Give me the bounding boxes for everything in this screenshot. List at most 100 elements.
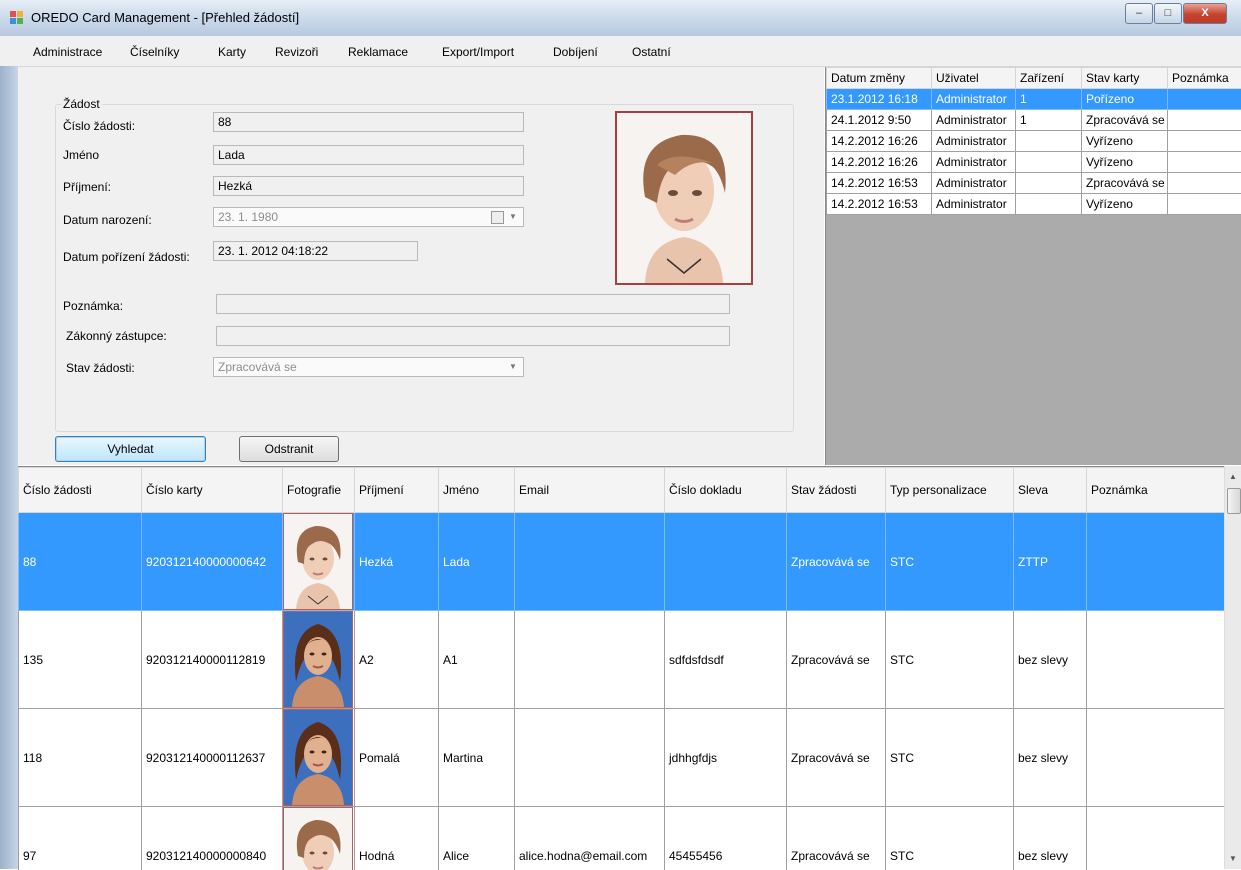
guardian-field[interactable] [216, 326, 730, 346]
table-row[interactable]: 88920312140000000642HezkáLadaZpracovává … [19, 513, 1225, 611]
scroll-up-icon[interactable]: ▲ [1229, 472, 1237, 481]
grid-cell-last[interactable]: A2 [355, 611, 439, 709]
history-column-header[interactable]: Stav karty [1082, 68, 1168, 89]
grid-cell-discount[interactable]: bez slevy [1014, 611, 1087, 709]
grid-cell-first[interactable]: Lada [439, 513, 515, 611]
history-cell[interactable] [1016, 194, 1082, 215]
grid-column-header[interactable]: Fotografie [283, 468, 355, 513]
grid-cell-status[interactable]: Zpracovává se [787, 513, 886, 611]
chevron-down-icon[interactable]: ▼ [505, 209, 521, 225]
history-cell[interactable]: Zpracovává se [1082, 110, 1168, 131]
history-row[interactable]: 24.1.2012 9:50Administrator1Zpracovává s… [827, 110, 1241, 131]
table-row[interactable]: 97920312140000000840HodnáAlicealice.hodn… [19, 807, 1225, 870]
grid-cell-note[interactable] [1087, 709, 1225, 807]
note-field[interactable] [216, 294, 730, 314]
request-no-field[interactable]: 88 [213, 112, 524, 132]
grid-cell-type[interactable]: STC [886, 807, 1014, 870]
history-cell[interactable] [1016, 173, 1082, 194]
history-cell[interactable]: Administrator [932, 89, 1016, 110]
grid-cell-doc[interactable]: 45455456 [665, 807, 787, 870]
grid-cell-last[interactable]: Hodná [355, 807, 439, 870]
grid-cell-no[interactable]: 135 [19, 611, 142, 709]
grid-cell-doc[interactable]: jdhhgfdjs [665, 709, 787, 807]
photo-cell[interactable] [283, 611, 355, 709]
history-cell[interactable]: Administrator [932, 152, 1016, 173]
grid-cell-status[interactable]: Zpracovává se [787, 611, 886, 709]
chevron-down-icon[interactable]: ▼ [505, 359, 521, 375]
grid-cell-note[interactable] [1087, 513, 1225, 611]
menu-ciselniky[interactable]: Číselníky [130, 45, 179, 59]
created-date-field[interactable]: 23. 1. 2012 04:18:22 [213, 241, 418, 261]
scroll-down-icon[interactable]: ▼ [1229, 854, 1237, 863]
history-cell[interactable] [1168, 152, 1241, 173]
history-cell[interactable]: Vyřízeno [1082, 152, 1168, 173]
history-cell[interactable] [1016, 131, 1082, 152]
grid-column-header[interactable]: Typ personalizace [886, 468, 1014, 513]
history-cell[interactable] [1168, 131, 1241, 152]
grid-cell-no[interactable]: 97 [19, 807, 142, 870]
history-row[interactable]: 14.2.2012 16:26AdministratorVyřízeno [827, 131, 1241, 152]
history-row[interactable]: 14.2.2012 16:26AdministratorVyřízeno [827, 152, 1241, 173]
grid-cell-last[interactable]: Hezká [355, 513, 439, 611]
photo-cell[interactable] [283, 807, 355, 870]
grid-cell-last[interactable]: Pomalá [355, 709, 439, 807]
history-cell[interactable] [1168, 110, 1241, 131]
photo-cell[interactable] [283, 513, 355, 611]
delete-button[interactable]: Odstranit [239, 436, 339, 462]
history-row[interactable]: 23.1.2012 16:18Administrator1Pořízeno [827, 89, 1241, 110]
scroll-thumb[interactable] [1227, 488, 1241, 514]
grid-cell-note[interactable] [1087, 807, 1225, 870]
history-cell[interactable]: 1 [1016, 89, 1082, 110]
grid-cell-email[interactable] [515, 709, 665, 807]
grid-column-header[interactable]: Sleva [1014, 468, 1087, 513]
grid-column-header[interactable]: Jméno [439, 468, 515, 513]
history-cell[interactable] [1168, 194, 1241, 215]
grid-column-header[interactable]: Stav žádosti [787, 468, 886, 513]
menu-ostatni[interactable]: Ostatní [632, 45, 671, 59]
grid-column-header[interactable]: Poznámka [1087, 468, 1225, 513]
history-cell[interactable]: Administrator [932, 194, 1016, 215]
first-name-field[interactable]: Lada [213, 145, 524, 165]
grid-vertical-scrollbar[interactable]: ▲ ▼ [1224, 466, 1241, 869]
grid-column-header[interactable]: Číslo karty [142, 468, 283, 513]
grid-cell-status[interactable]: Zpracovává se [787, 709, 886, 807]
grid-cell-note[interactable] [1087, 611, 1225, 709]
maximize-button[interactable]: □ [1154, 3, 1182, 24]
grid-cell-card[interactable]: 920312140000000840 [142, 807, 283, 870]
search-button[interactable]: Vyhledat [55, 436, 206, 462]
grid-cell-type[interactable]: STC [886, 513, 1014, 611]
history-column-header[interactable]: Datum změny [827, 68, 932, 89]
history-cell[interactable]: 1 [1016, 110, 1082, 131]
close-button[interactable]: X [1183, 3, 1227, 24]
table-row[interactable]: 135920312140000112819 A2A1 sdfdsfdsdfZprac… [19, 611, 1225, 709]
menu-administrace[interactable]: Administrace [33, 45, 102, 59]
grid-cell-email[interactable] [515, 513, 665, 611]
history-cell[interactable]: Pořízeno [1082, 89, 1168, 110]
grid-cell-card[interactable]: 920312140000112819 [142, 611, 283, 709]
grid-cell-first[interactable]: Alice [439, 807, 515, 870]
grid-column-header[interactable]: Příjmení [355, 468, 439, 513]
menu-karty[interactable]: Karty [218, 45, 246, 59]
history-cell[interactable]: 14.2.2012 16:53 [827, 194, 932, 215]
minimize-button[interactable]: – [1125, 3, 1153, 24]
grid-cell-card[interactable]: 920312140000000642 [142, 513, 283, 611]
grid-cell-discount[interactable]: bez slevy [1014, 807, 1087, 870]
grid-cell-first[interactable]: Martina [439, 709, 515, 807]
grid-cell-first[interactable]: A1 [439, 611, 515, 709]
grid-cell-type[interactable]: STC [886, 709, 1014, 807]
menu-export-import[interactable]: Export/Import [442, 45, 514, 59]
history-cell[interactable]: Administrator [932, 173, 1016, 194]
history-cell[interactable]: Vyřízeno [1082, 131, 1168, 152]
grid-cell-email[interactable] [515, 611, 665, 709]
history-column-header[interactable]: Uživatel [932, 68, 1016, 89]
grid-column-header[interactable]: Číslo žádosti [19, 468, 142, 513]
grid-column-header[interactable]: Číslo dokladu [665, 468, 787, 513]
menu-dobijeni[interactable]: Dobíjení [553, 45, 598, 59]
history-cell[interactable]: Administrator [932, 131, 1016, 152]
grid-cell-doc[interactable]: sdfdsfdsdf [665, 611, 787, 709]
menu-reklamace[interactable]: Reklamace [348, 45, 408, 59]
menu-revizori[interactable]: Revizoři [275, 45, 318, 59]
history-column-header[interactable]: Zařízení [1016, 68, 1082, 89]
history-cell[interactable] [1168, 173, 1241, 194]
grid-column-header[interactable]: Email [515, 468, 665, 513]
